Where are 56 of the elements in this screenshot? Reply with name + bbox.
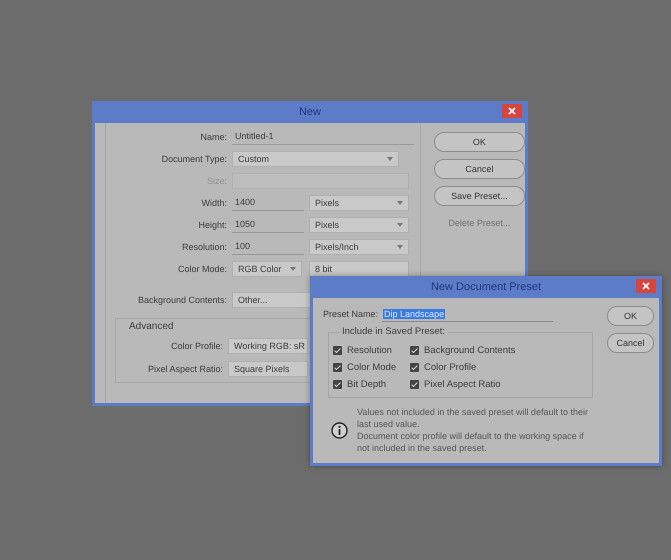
checkbox-label: Color Mode [347, 362, 396, 373]
field-label: Name: [199, 132, 228, 142]
field-label: Height: [197, 220, 228, 230]
checkbox-label: Color Profile [424, 362, 476, 373]
field-label: Preset Name: [323, 309, 378, 319]
dialog-button[interactable]: OK [607, 306, 654, 326]
number-field[interactable]: 1050 [232, 216, 304, 232]
unit-dropdown[interactable]: Pixels [309, 216, 409, 232]
close-button[interactable] [502, 104, 522, 118]
dialog-button[interactable]: Cancel [607, 333, 654, 353]
info-icon [331, 422, 348, 438]
dropdown[interactable]: Other... [232, 292, 312, 308]
close-icon [642, 282, 650, 290]
close-button[interactable] [636, 279, 656, 293]
checkbox[interactable] [410, 363, 419, 372]
checkbox[interactable] [333, 346, 342, 355]
field-label: Color Mode: [176, 264, 228, 274]
caret-icon [397, 244, 403, 248]
checkbox-label: Resolution [347, 345, 392, 356]
dialog-button[interactable]: Cancel [434, 159, 525, 179]
dialog-button[interactable]: OK [434, 132, 525, 152]
caret-icon [397, 222, 403, 226]
unit-dropdown[interactable]: Pixels/Inch [309, 238, 409, 254]
caret-icon [397, 200, 403, 204]
dropdown[interactable]: Working RGB: sR [228, 338, 308, 354]
dropdown[interactable]: Custom [232, 150, 399, 166]
window-title: New [298, 106, 321, 118]
field-label: Width: [200, 198, 228, 208]
dialog-button[interactable]: Save Preset... [434, 186, 525, 206]
checkbox[interactable] [333, 363, 342, 372]
checkbox-label: Background Contents [424, 345, 516, 356]
dropdown[interactable]: 8 bit [309, 260, 409, 276]
dropdown[interactable]: RGB Color [232, 260, 302, 276]
dropdown[interactable]: Square Pixels [228, 360, 308, 376]
info-text: Document color profile will default to the working space if not included in the saved preset. [357, 430, 585, 454]
checkbox[interactable] [410, 346, 419, 355]
field-label: Background Contents: [136, 294, 228, 304]
field-label: Resolution: [180, 242, 228, 252]
checkbox-label: Pixel Aspect Ratio [424, 379, 501, 390]
number-field[interactable]: 1400 [232, 194, 304, 210]
close-icon [508, 107, 516, 115]
unit-dropdown[interactable]: Pixels [309, 194, 409, 210]
checkbox-label: Bit Depth [347, 379, 386, 390]
section-title: Advanced [129, 321, 174, 332]
field-label: Pixel Aspect Ratio: [146, 364, 224, 374]
group-title: Include in Saved Preset: [339, 326, 448, 337]
field-label: Document Type: [160, 154, 228, 164]
checkbox[interactable] [410, 380, 419, 389]
caret-icon [290, 266, 296, 270]
name-field[interactable]: Untitled-1 [232, 128, 414, 144]
field-label: Color Profile: [170, 340, 224, 350]
number-field[interactable]: 100 [232, 238, 304, 254]
window-title: New Document Preset [430, 281, 542, 293]
checkbox[interactable] [333, 380, 342, 389]
info-text: Values not included in the saved preset will default to their last used value. [357, 406, 589, 430]
caret-icon [387, 156, 393, 160]
